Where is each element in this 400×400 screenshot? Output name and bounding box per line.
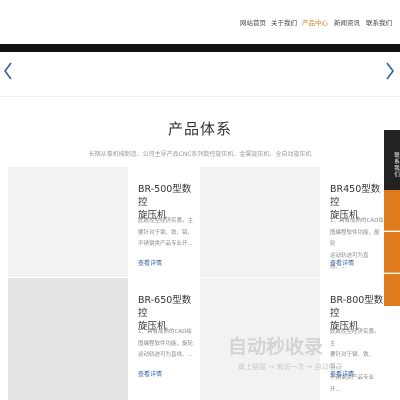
nav-item-home[interactable]: 网站首页 — [240, 17, 266, 27]
description-line: 图编程软件功能，旋轮 — [138, 340, 194, 347]
side-top-button[interactable] — [384, 274, 400, 306]
chevron-right-icon[interactable] — [383, 60, 397, 82]
product-image[interactable] — [200, 167, 320, 277]
description-line: 要针对于钢、铁、铝、 — [138, 229, 194, 236]
watermark-subtext: 做上链接 → 来访一次 → 自动收录 — [238, 363, 343, 371]
divider — [0, 96, 400, 97]
nav-item-about[interactable]: 关于我们 — [271, 17, 297, 27]
product-image[interactable] — [8, 167, 128, 277]
watermark-text: 自动秒收录 — [228, 336, 324, 358]
chevron-left-icon[interactable] — [1, 60, 15, 82]
view-details-link[interactable]: 查看详情 — [138, 258, 162, 267]
banner-slider — [0, 52, 400, 96]
side-contact-button[interactable]: 联系我们 — [384, 130, 400, 190]
description-line: 1、具有成熟的CAD绘 — [330, 218, 384, 224]
description-line: 图编程软件功能，旋轮 — [330, 229, 380, 248]
product-card: BR450型数控 旋压机 1、具有成熟的CAD绘 图编程软件功能，旋轮 运动轨迹… — [320, 167, 384, 277]
section-title: 产品体系 — [167, 120, 232, 138]
side-qq-button[interactable] — [384, 232, 400, 273]
product-title-line: BR-650型数控 — [138, 295, 192, 319]
product-title-line: BR-800型数控 — [330, 295, 384, 319]
product-description: 此数控型经济实惠。主 要针对于钢、铁、铝、 不锈钢类产品专业开... — [138, 216, 193, 251]
description-line: 运动轨迹可为直线、... — [138, 352, 193, 358]
side-phone-button[interactable] — [384, 190, 400, 231]
view-details-link[interactable]: 查看详情 — [138, 369, 162, 378]
top-navigation: 网站首页 关于我们 产品中心 新闻资讯 联系我们 — [0, 0, 400, 44]
description-line: 不锈钢类产品专业开... — [138, 241, 193, 247]
product-card: BR-650型数控 旋压机 1、具有成熟的CAD绘 图编程软件功能，旋轮 运动轨… — [128, 278, 200, 400]
header-band — [0, 44, 400, 52]
product-image[interactable] — [8, 278, 128, 400]
section-subtitle: 长期从事机械制造、公司主导产品CNC系列数控旋压机、金属旋压机、全自动旋压机 — [88, 151, 312, 158]
product-card: BR-500型数控 旋压机 此数控型经济实惠。主 要针对于钢、铁、铝、 不锈钢类… — [128, 167, 200, 277]
watermark: 自动秒收录 做上链接 → 来访一次 → 自动收录 — [228, 332, 398, 382]
product-description: 1、具有成熟的CAD绘 图编程软件功能，旋轮 运动轨迹可为直线、... — [138, 327, 193, 362]
description-line: 1、具有成熟的CAD绘 — [138, 329, 192, 335]
description-line: 此数控型经济实惠。主 — [138, 218, 194, 224]
nav-item-news[interactable]: 新闻资讯 — [334, 17, 360, 27]
product-title-line: BR-500型数控 — [138, 184, 192, 208]
nav-item-contact[interactable]: 联系我们 — [366, 17, 392, 27]
nav-item-products[interactable]: 产品中心 — [302, 17, 328, 27]
view-details-link[interactable]: 查看详情 — [330, 258, 354, 267]
product-title-line: BR450型数控 — [330, 184, 381, 208]
